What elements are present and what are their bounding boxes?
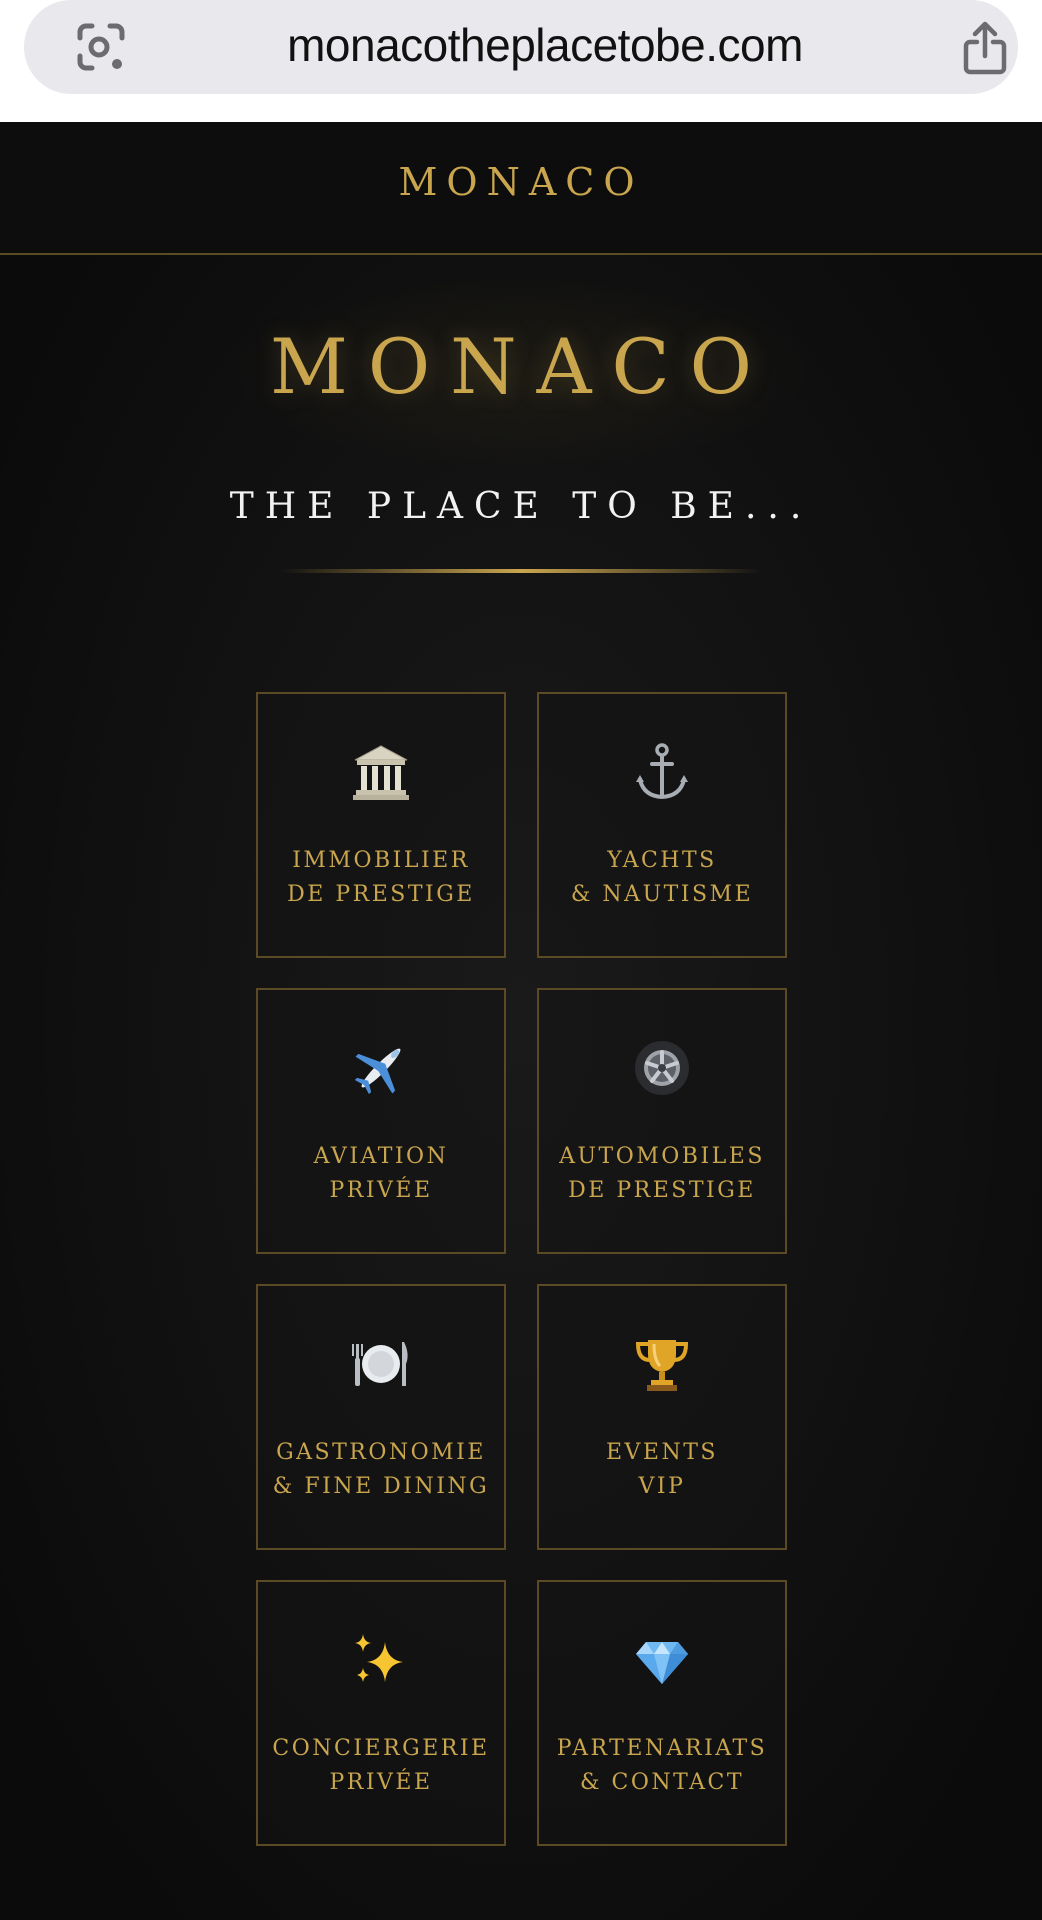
card-label: AUTOMOBILES DE PRESTIGE (559, 1144, 765, 1203)
card-label: YACHTS & NAUTISME (570, 848, 754, 907)
gem-icon (636, 1642, 688, 1684)
card-conciergerie[interactable]: CONCIERGERIE PRIVÉE (256, 1580, 506, 1846)
card-gastronomie[interactable]: GASTRONOMIE & FINE DINING (256, 1284, 506, 1550)
card-automobiles[interactable]: AUTOMOBILES DE PRESTIGE (537, 988, 787, 1254)
lens-icon[interactable] (74, 22, 128, 72)
card-label: IMMOBILIER DE PRESTIGE (287, 848, 475, 907)
hero-subtitle: THE PLACE TO BE... (229, 486, 813, 527)
hero-title: MONACO (270, 322, 772, 411)
card-label: AVIATION PRIVÉE (313, 1144, 449, 1203)
card-events[interactable]: EVENTS VIP (537, 1284, 787, 1550)
card-immobilier[interactable]: IMMOBILIER DE PRESTIGE (256, 692, 506, 958)
card-label: GASTRONOMIE & FINE DINING (272, 1440, 490, 1499)
site-header: MONACO (0, 122, 1042, 255)
plate-cutlery-icon (352, 1342, 408, 1386)
airplane-icon (354, 1048, 401, 1095)
sparkles-icon (355, 1634, 403, 1682)
card-yachts[interactable]: YACHTS & NAUTISME (537, 692, 787, 958)
card-label: PARTENARIATS & CONTACT (556, 1736, 768, 1795)
share-icon[interactable] (960, 20, 1010, 76)
url-field[interactable]: monacotheplacetobe.com (24, 0, 1018, 94)
wheel-icon (635, 1041, 689, 1095)
card-label: CONCIERGERIE PRIVÉE (272, 1736, 490, 1795)
card-label: EVENTS VIP (605, 1440, 718, 1499)
trophy-icon (635, 1340, 689, 1391)
url-text[interactable]: monacotheplacetobe.com (144, 0, 946, 94)
gold-divider (280, 569, 762, 573)
card-partenariats[interactable]: PARTENARIATS & CONTACT (537, 1580, 787, 1846)
classical-building-icon (353, 745, 409, 800)
nav-logo[interactable]: MONACO (0, 160, 1042, 204)
card-aviation[interactable]: AVIATION PRIVÉE (256, 988, 506, 1254)
browser-address-bar: monacotheplacetobe.com (0, 0, 1042, 122)
page: MONACO MONACO THE PLACE TO BE... IMMOBIL… (0, 122, 1042, 1920)
anchor-icon (636, 743, 688, 800)
